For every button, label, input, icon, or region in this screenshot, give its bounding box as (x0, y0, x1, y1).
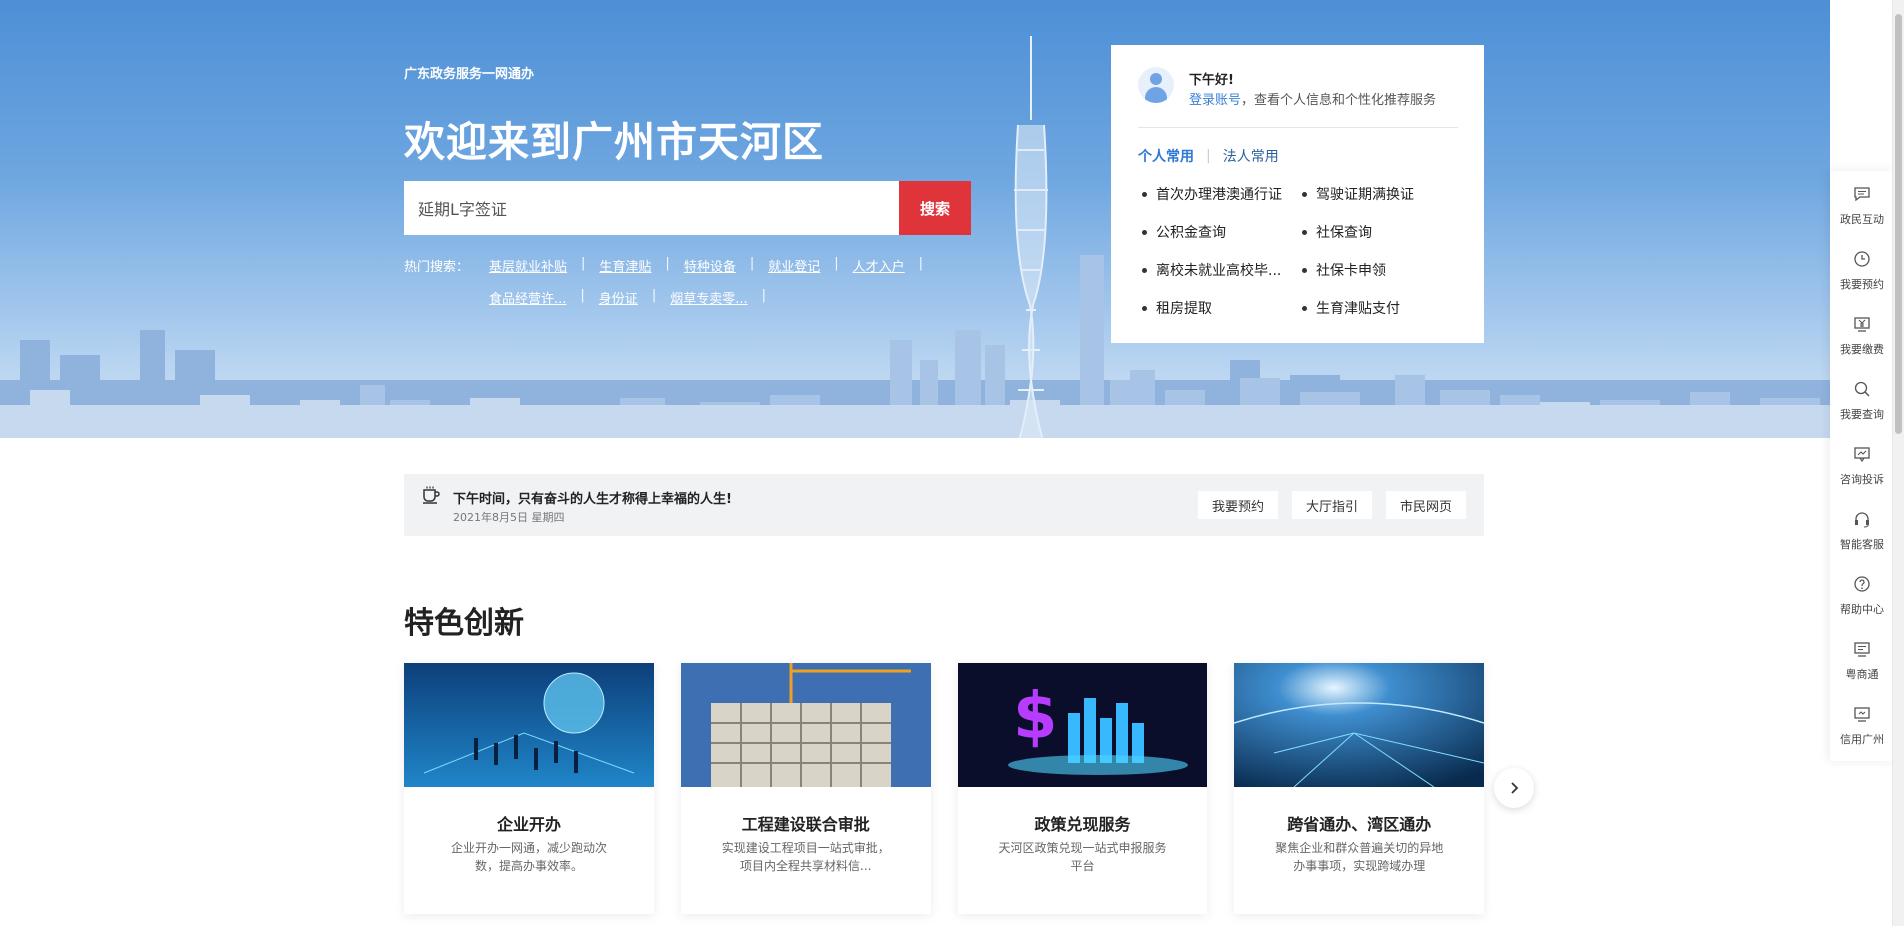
hot-search-link[interactable]: 基层就业补贴 (489, 256, 567, 275)
hot-search-link[interactable]: 特种设备 (684, 256, 736, 275)
sidebar-item-customer-service[interactable]: 智能客服 (1830, 500, 1894, 558)
appointment-button[interactable]: 我要预约 (1197, 491, 1278, 519)
coffee-cup-icon (423, 486, 440, 504)
sidebar-item-label: 帮助中心 (1840, 603, 1884, 616)
sidebar-item-query[interactable]: 我要查询 (1830, 370, 1894, 428)
service-link[interactable]: 驾驶证期满换证 (1298, 184, 1458, 204)
hero-title: 欢迎来到广州市天河区 (404, 118, 824, 166)
right-sidebar: 政民互动 我要预约 我要缴费 我要查询 咨询投诉 智能客服 帮助中心 粤商通 信… (1830, 171, 1894, 761)
sidebar-item-yueshangtong[interactable]: 粤商通 (1830, 630, 1894, 688)
sidebar-item-help[interactable]: 帮助中心 (1830, 565, 1894, 623)
login-prompt-text: ，查看个人信息和个性化推荐服务 (1241, 93, 1437, 108)
service-tabs: 个人常用 | 法人常用 (1138, 146, 1279, 166)
hot-search-link[interactable]: 食品经营许... (489, 288, 566, 307)
login-card: 下午好! 登录账号，查看个人信息和个性化推荐服务 个人常用 | 法人常用 首次办… (1111, 45, 1484, 343)
notice-title: 下午时间，只有奋斗的人生才称得上幸福的人生! (453, 492, 732, 507)
card-icon (1854, 642, 1870, 657)
sidebar-item-complaint[interactable]: 咨询投诉 (1830, 435, 1894, 493)
search-icon (1854, 381, 1870, 397)
hot-search-link[interactable]: 生育津贴 (599, 256, 651, 275)
sidebar-item-appointment[interactable]: 我要预约 (1830, 240, 1894, 298)
card-image-earth (1234, 663, 1484, 787)
service-link[interactable]: 离校未就业高校毕... (1138, 260, 1298, 280)
citizen-page-button[interactable]: 市民网页 (1385, 491, 1466, 519)
section-title: 特色创新 (404, 606, 524, 641)
chat-icon (1854, 187, 1870, 202)
card-description: 企业开办一网通，减少跑动次数，提高办事效率。 (450, 841, 607, 873)
hot-search-row-1: 基层就业补贴 | 生育津贴 | 特种设备 | 就业登记 | 人才入户 | (489, 256, 924, 275)
sidebar-item-interaction[interactable]: 政民互动 (1830, 175, 1894, 233)
headset-icon (1855, 512, 1869, 528)
hot-search-label: 热门搜索： (404, 260, 470, 275)
hot-search-link[interactable]: 就业登记 (768, 256, 820, 275)
service-link[interactable]: 生育津贴支付 (1298, 298, 1458, 318)
notice-date: 2021年8月5日 星期四 (453, 511, 565, 524)
hero-subtitle: 广东政务服务一网通办 (404, 67, 535, 82)
service-link[interactable]: 租房提取 (1138, 298, 1298, 318)
card-title: 跨省通办、湾区通办 (1287, 815, 1432, 834)
sidebar-item-credit[interactable]: 信用广州 (1830, 695, 1894, 753)
card-description: 聚焦企业和群众普遍关切的异地办事事项，实现跨域办理 (1275, 841, 1444, 873)
carousel-next-button[interactable] (1494, 768, 1534, 808)
credit-icon (1854, 707, 1870, 722)
help-icon (1854, 576, 1870, 592)
message-icon (1854, 447, 1870, 463)
clock-icon (1854, 251, 1870, 267)
card-title: 政策兑现服务 (1034, 815, 1131, 834)
common-services-list: 首次办理港澳通行证 驾驶证期满换证 公积金查询 社保查询 离校未就业高校毕...… (1138, 184, 1458, 318)
yuan-icon (1854, 317, 1870, 332)
sidebar-item-label: 我要查询 (1840, 408, 1884, 421)
hot-search-link[interactable]: 人才入户 (853, 256, 905, 275)
sidebar-item-label: 智能客服 (1840, 538, 1884, 551)
card-title: 工程建设联合审批 (741, 815, 870, 834)
hot-search-row-2: 食品经营许... | 身份证 | 烟草专卖零... | (489, 288, 766, 307)
tab-personal[interactable]: 个人常用 (1138, 146, 1194, 166)
feature-cards: 企业开办 企业开办一网通，减少跑动次数，提高办事效率。 工程建设联合审批 实现建… (404, 663, 1484, 914)
divider (1138, 127, 1458, 128)
hall-guide-button[interactable]: 大厅指引 (1291, 491, 1372, 519)
svg-text:$: $ (1013, 680, 1058, 754)
hot-search-link[interactable]: 烟草专卖零... (670, 288, 747, 307)
avatar[interactable] (1138, 67, 1174, 103)
service-link[interactable]: 公积金查询 (1138, 222, 1298, 242)
scrollbar-thumb[interactable] (1895, 14, 1902, 434)
login-link[interactable]: 登录账号 (1189, 93, 1241, 108)
feature-card[interactable]: 工程建设联合审批 实现建设工程项目一站式审批，项目内全程共享材料信... (680, 663, 931, 914)
service-link[interactable]: 社保查询 (1298, 222, 1458, 242)
feature-card[interactable]: 跨省通办、湾区通办 聚焦企业和群众普遍关切的异地办事事项，实现跨域办理 (1234, 663, 1484, 914)
login-prompt: 登录账号，查看个人信息和个性化推荐服务 (1189, 89, 1436, 108)
notice-bar: 下午时间，只有奋斗的人生才称得上幸福的人生! 2021年8月5日 星期四 我要预… (404, 474, 1484, 536)
sidebar-item-label: 粤商通 (1845, 668, 1879, 681)
sidebar-item-label: 我要缴费 (1840, 343, 1884, 356)
service-link[interactable]: 社保卡申领 (1298, 260, 1458, 280)
service-link[interactable]: 首次办理港澳通行证 (1138, 184, 1298, 204)
feature-card[interactable]: $ 政策兑现服务 天河区政策兑现一站式申报服务平台 (957, 663, 1208, 914)
card-image-finance: $ (957, 663, 1208, 787)
tab-legal[interactable]: 法人常用 (1223, 146, 1279, 166)
notice-buttons: 我要预约 大厅指引 市民网页 (1197, 491, 1466, 519)
search-input[interactable] (404, 181, 899, 235)
chevron-right-icon (1511, 782, 1519, 794)
page-scrollbar[interactable] (1892, 0, 1904, 926)
feature-card[interactable]: 企业开办 企业开办一网通，减少跑动次数，提高办事效率。 (404, 663, 654, 914)
sidebar-item-label: 咨询投诉 (1840, 473, 1884, 486)
sidebar-item-label: 我要预约 (1840, 278, 1884, 291)
greeting: 下午好! (1189, 73, 1234, 88)
card-description: 实现建设工程项目一站式审批，项目内全程共享材料信... (721, 841, 890, 873)
card-image-construction (680, 663, 931, 787)
search-button[interactable]: 搜索 (899, 181, 971, 235)
sidebar-item-payment[interactable]: 我要缴费 (1830, 305, 1894, 363)
card-description: 天河区政策兑现一站式申报服务平台 (998, 841, 1167, 873)
card-title: 企业开办 (496, 815, 561, 834)
sidebar-item-label: 信用广州 (1840, 733, 1884, 746)
sidebar-item-label: 政民互动 (1840, 213, 1884, 226)
card-image-globe (404, 663, 654, 787)
tab-separator: | (1206, 148, 1211, 164)
hot-search-link[interactable]: 身份证 (599, 288, 638, 307)
